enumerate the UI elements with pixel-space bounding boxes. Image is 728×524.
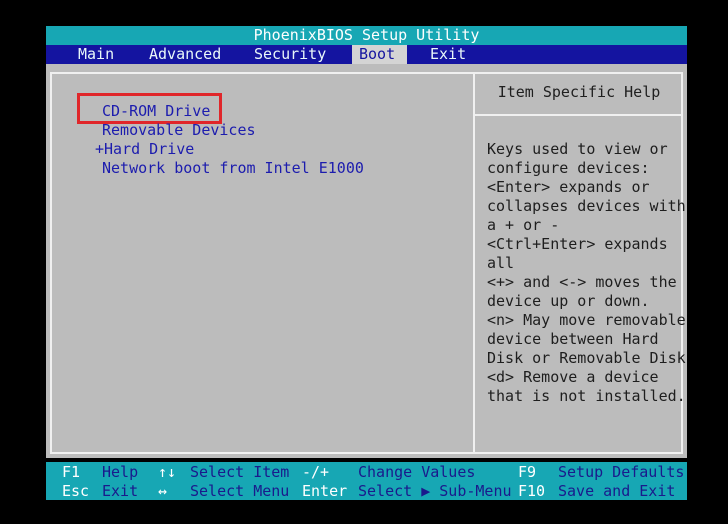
key-enter-desc: Select ▶ Sub-Menu xyxy=(358,482,512,500)
help-line: device up or down. xyxy=(487,292,650,310)
help-line: device between Hard xyxy=(487,330,659,348)
help-line: that is not installed. xyxy=(487,387,686,405)
key-minus-plus-desc: Change Values xyxy=(358,463,476,481)
menu-bar: Main Advanced Security Boot Exit xyxy=(46,45,687,64)
key-legend-bar: F1 Help ↑↓ Select Item -/+ Change Values… xyxy=(46,462,687,500)
help-line: Keys used to view or xyxy=(487,140,668,158)
panel-divider xyxy=(473,72,475,454)
title-bar: PhoenixBIOS Setup Utility xyxy=(46,26,687,45)
help-line: all xyxy=(487,254,515,272)
boot-item-network[interactable]: Network boot from Intel E1000 xyxy=(102,159,364,178)
key-f10: F10 xyxy=(518,482,546,500)
key-f1: F1 xyxy=(62,463,81,481)
key-enter: Enter xyxy=(302,482,348,500)
help-title: Item Specific Help xyxy=(497,83,661,101)
help-line: collapses devices with xyxy=(487,197,686,215)
help-text: Keys used to view or configure devices: … xyxy=(487,140,686,406)
help-line: <+> and <-> moves the xyxy=(487,273,677,291)
boot-panel: CD-ROM Drive Removable Devices +Hard Dri… xyxy=(46,64,687,458)
key-up-down-desc: Select Item xyxy=(190,463,290,481)
key-esc-desc: Exit xyxy=(102,482,139,500)
help-line: <d> Remove a device xyxy=(487,368,659,386)
boot-item-removable[interactable]: Removable Devices xyxy=(102,121,256,140)
key-minus-plus: -/+ xyxy=(302,463,330,481)
key-left-right: ↔ xyxy=(158,482,168,500)
key-f9: F9 xyxy=(518,463,537,481)
key-esc: Esc xyxy=(62,482,90,500)
help-line: <Enter> expands or xyxy=(487,178,650,196)
tab-boot[interactable]: Boot xyxy=(352,45,407,64)
key-f10-desc: Save and Exit xyxy=(558,482,676,500)
key-f1-desc: Help xyxy=(102,463,139,481)
key-up-down: ↑↓ xyxy=(158,463,177,481)
help-divider xyxy=(475,114,683,116)
key-f9-desc: Setup Defaults xyxy=(558,463,685,481)
help-line: <n> May move removable xyxy=(487,311,686,329)
help-line: <Ctrl+Enter> expands xyxy=(487,235,668,253)
boot-item-hard-drive[interactable]: +Hard Drive xyxy=(95,140,194,159)
key-left-right-desc: Select Menu xyxy=(190,482,290,500)
tab-security[interactable]: Security xyxy=(254,45,326,64)
tab-advanced[interactable]: Advanced xyxy=(149,45,221,64)
help-line: configure devices: xyxy=(487,159,650,177)
help-line: Disk or Removable Disk xyxy=(487,349,686,367)
boot-item-cdrom[interactable]: CD-ROM Drive xyxy=(102,102,210,121)
tab-exit[interactable]: Exit xyxy=(430,45,466,64)
tab-main[interactable]: Main xyxy=(78,45,114,64)
help-line: a + or - xyxy=(487,216,560,234)
